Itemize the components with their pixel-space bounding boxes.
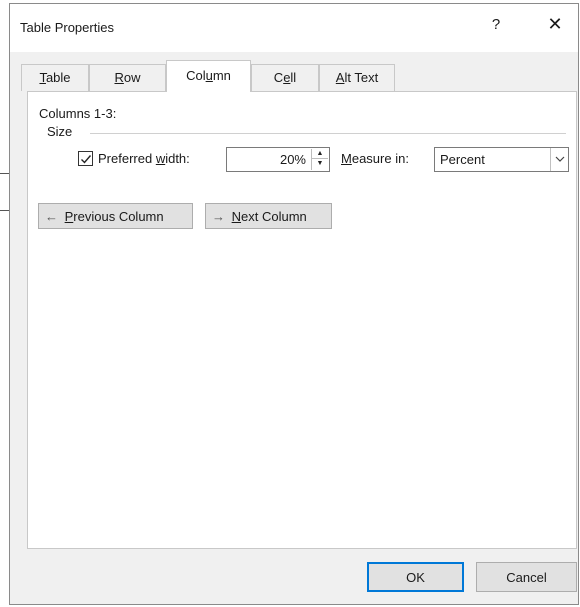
chevron-down-icon <box>555 156 565 162</box>
size-divider <box>90 133 566 134</box>
close-button[interactable]: ✕ <box>544 14 566 35</box>
preferred-width-input[interactable] <box>228 149 308 170</box>
check-icon <box>81 155 92 164</box>
columns-range-label: Columns 1-3: <box>39 106 117 121</box>
preferred-width-checkbox[interactable] <box>78 151 93 166</box>
tab-table[interactable]: Table <box>21 64 89 91</box>
measure-in-select[interactable]: Percent <box>434 147 569 172</box>
column-panel: Columns 1-3: Size Preferred width: ▲ ▼ M… <box>27 91 577 549</box>
measure-in-value: Percent <box>440 152 485 167</box>
spin-up-button[interactable]: ▲ <box>312 149 328 159</box>
arrow-left-icon: ← <box>45 209 58 224</box>
title-bar: Table Properties ? ✕ <box>10 4 578 52</box>
tab-cell[interactable]: Cell <box>251 64 319 91</box>
dropdown-arrow[interactable] <box>550 148 568 171</box>
next-column-button[interactable]: → Next Column <box>205 203 332 229</box>
size-group-label: Size <box>47 124 79 139</box>
dialog-title: Table Properties <box>20 20 114 35</box>
width-spinner: ▲ ▼ <box>311 149 328 170</box>
table-properties-dialog: Table Properties ? ✕ Table Row Column Ce… <box>9 3 579 605</box>
tab-column[interactable]: Column <box>166 60 251 92</box>
previous-column-button[interactable]: ← Previous Column <box>38 203 193 229</box>
spin-down-button[interactable]: ▼ <box>312 159 328 169</box>
preferred-width-field: ▲ ▼ <box>226 147 330 172</box>
tab-row[interactable]: Row <box>89 64 166 91</box>
tab-alt-text[interactable]: Alt Text <box>319 64 395 91</box>
cancel-button[interactable]: Cancel <box>476 562 577 592</box>
measure-in-label: Measure in: <box>341 151 409 166</box>
preferred-width-label: Preferred width: <box>98 151 190 166</box>
ok-button[interactable]: OK <box>367 562 464 592</box>
arrow-right-icon: → <box>212 209 225 224</box>
help-button[interactable]: ? <box>487 16 505 33</box>
